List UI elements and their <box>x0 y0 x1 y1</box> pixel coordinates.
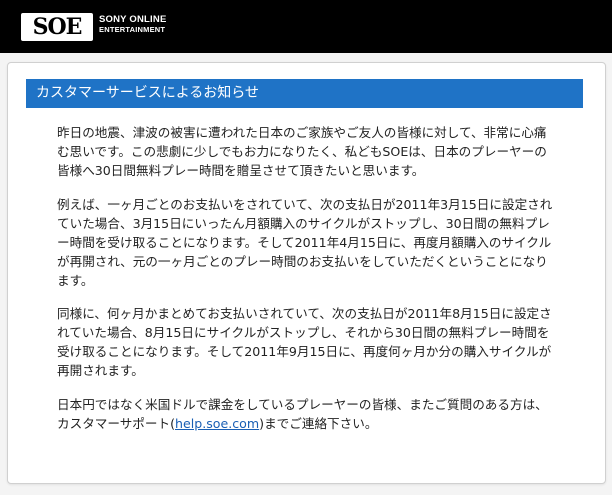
notice-paragraph-2: 例えば、一ヶ月ごとのお支払いをされていて、次の支払日が2011年3月15日に設定… <box>57 197 553 288</box>
notice-paragraph-4: 日本円ではなく米国ドルで課金をしているプレーヤーの皆様、またご質問のある方は、カ… <box>57 395 557 433</box>
paragraph4-text-after: )までご連絡下さい。 <box>259 416 378 431</box>
soe-logo[interactable]: SOE <box>21 13 93 41</box>
notice-title: カスタマーサービスによるお知らせ <box>26 79 583 108</box>
notice-paragraph-3: 同様に、何ヶ月かまとめてお支払いされていて、次の支払日が2011年8月15日に設… <box>57 306 552 378</box>
brand-line1: SONY ONLINE <box>99 14 167 25</box>
support-link[interactable]: help.soe.com <box>175 416 259 431</box>
brand-name: SONY ONLINE ENTERTAINMENT <box>99 15 166 35</box>
site-header: SOE SONY ONLINE ENTERTAINMENT <box>0 0 612 53</box>
logo-text: SOE <box>32 14 83 40</box>
brand-line2: ENTERTAINMENT <box>99 25 166 34</box>
notice-paragraph-1: 昨日の地震、津波の被害に遭われた日本のご家族やご友人の皆様に対して、非常に心痛む… <box>57 125 547 178</box>
